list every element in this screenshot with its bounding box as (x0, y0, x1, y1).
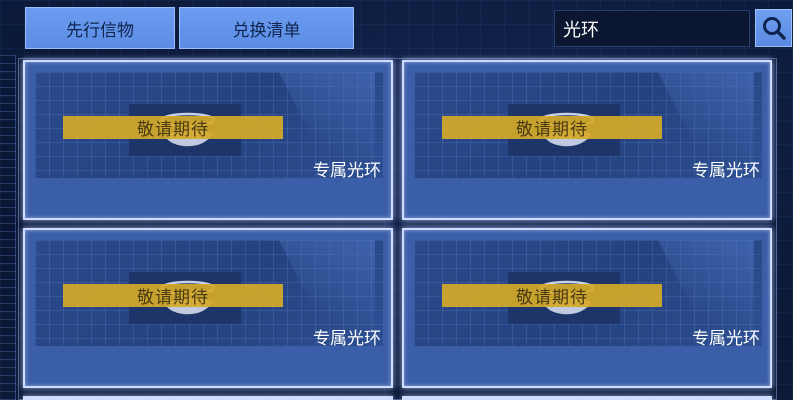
coming-soon-badge: 敬请期待 (442, 284, 662, 308)
item-label: 专属光环 (692, 329, 760, 349)
search-icon (762, 17, 786, 40)
item-card[interactable]: 敬请期待 专属光环 (23, 228, 393, 388)
tab-exchange-list[interactable]: 兑换清单 (179, 7, 354, 49)
item-card[interactable]: 敬请期待 专属光环 (402, 60, 772, 220)
item-card[interactable]: 敬请期待 专属光环 (402, 228, 772, 388)
item-card[interactable]: 敬请期待 专属光环 (23, 60, 393, 220)
item-label: 专属光环 (313, 329, 381, 349)
left-rail-decoration (0, 55, 16, 400)
tab-label: 兑换清单 (232, 20, 301, 41)
item-card-partial[interactable] (402, 396, 772, 400)
coming-soon-badge: 敬请期待 (63, 284, 283, 308)
search-input[interactable] (554, 10, 750, 47)
search-button[interactable] (755, 9, 792, 47)
item-label: 专属光环 (692, 161, 760, 181)
coming-soon-badge: 敬请期待 (442, 116, 662, 140)
tab-preview-tokens[interactable]: 先行信物 (25, 7, 175, 49)
item-card-partial[interactable] (23, 396, 393, 400)
coming-soon-badge: 敬请期待 (63, 116, 283, 140)
item-label: 专属光环 (313, 161, 381, 181)
tab-label: 先行信物 (66, 20, 134, 41)
